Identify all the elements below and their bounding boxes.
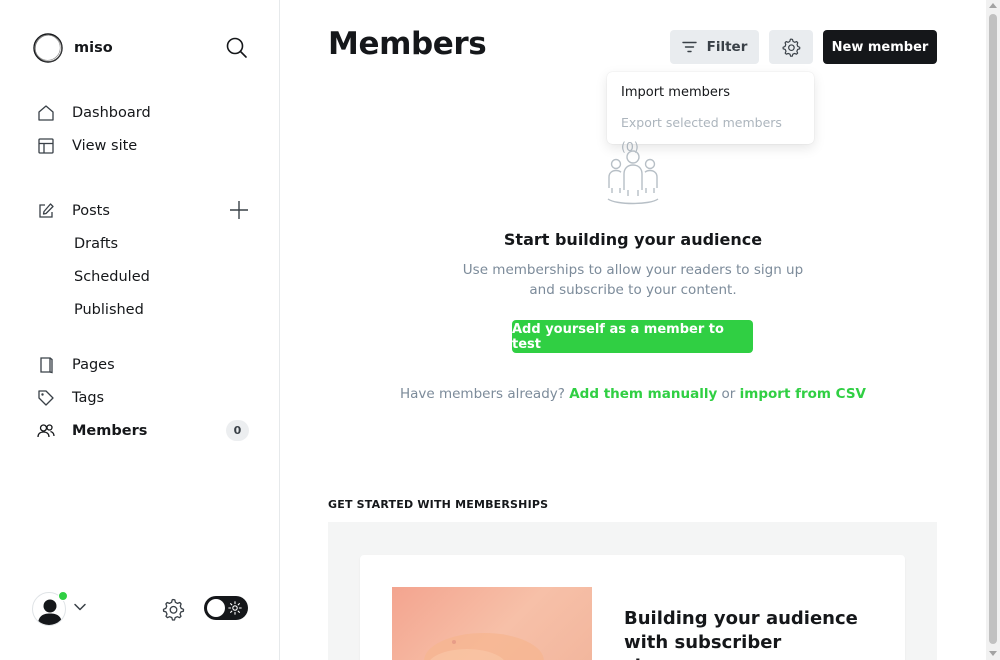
sidebar-item-tags[interactable]: Tags	[36, 384, 256, 412]
add-post-icon[interactable]	[228, 199, 250, 221]
filter-icon	[681, 41, 697, 53]
brand[interactable]: miso	[32, 32, 113, 64]
get-started-card[interactable]: Building your audience with subscriber s…	[360, 555, 905, 660]
members-actions-button[interactable]	[769, 30, 813, 64]
add-self-member-button[interactable]: Add yourself as a member to test	[512, 320, 753, 353]
sidebar-item-label: Scheduled	[74, 269, 150, 285]
main-content: Members Filter New member Import members…	[280, 0, 986, 660]
sidebar-item-pages[interactable]: Pages	[36, 351, 256, 379]
layout-icon	[36, 136, 56, 156]
new-member-button[interactable]: New member	[823, 30, 937, 64]
sidebar-item-drafts[interactable]: Drafts	[36, 230, 256, 258]
settings-gear-icon[interactable]	[161, 597, 185, 621]
sidebar-item-label: View site	[72, 138, 138, 154]
scroll-down-arrow-icon[interactable]	[989, 651, 997, 656]
tag-icon	[36, 388, 56, 408]
sidebar-item-dashboard[interactable]: Dashboard	[36, 99, 256, 127]
sidebar-item-published[interactable]: Published	[36, 296, 256, 324]
filter-button-label: Filter	[706, 39, 748, 55]
members-icon	[36, 421, 56, 441]
gear-icon	[782, 38, 801, 57]
sidebar-item-label: Dashboard	[72, 105, 151, 121]
card-illustration	[424, 633, 544, 660]
sidebar-item-label: Tags	[72, 390, 105, 406]
sidebar-item-label: Drafts	[74, 236, 119, 252]
get-started-heading: GET STARTED WITH MEMBERSHIPS	[328, 498, 549, 511]
online-status-dot	[58, 591, 68, 601]
empty-state-title: Start building your audience	[503, 230, 763, 249]
sidebar-item-label: Posts	[72, 203, 110, 219]
sun-icon	[228, 601, 242, 615]
members-count-badge: 0	[226, 420, 249, 441]
page-icon	[36, 355, 56, 375]
card-title: Building your audience with subscriber s…	[624, 608, 858, 660]
brand-name: miso	[74, 40, 113, 56]
page-scrollbar[interactable]	[986, 0, 1000, 660]
sidebar-item-label: Published	[74, 302, 144, 318]
brand-logo-icon	[33, 33, 63, 63]
edit-icon	[36, 201, 56, 221]
sidebar-item-posts[interactable]: Posts	[36, 197, 256, 225]
add-manually-link[interactable]: Add them manually	[569, 386, 717, 402]
card-image	[392, 587, 592, 660]
empty-state-helper: Have members already? Add them manually …	[280, 386, 986, 402]
page-title: Members	[328, 26, 487, 62]
filter-button[interactable]: Filter	[670, 30, 759, 64]
members-empty-icon	[607, 150, 659, 205]
sidebar-item-scheduled[interactable]: Scheduled	[36, 263, 256, 291]
export-members-menu-item: Export selected members (0)	[621, 115, 782, 154]
search-icon[interactable]	[224, 35, 250, 61]
scroll-thumb[interactable]	[989, 14, 997, 644]
helper-prefix: Have members already?	[399, 386, 565, 402]
dark-mode-toggle[interactable]	[204, 596, 248, 620]
toggle-knob	[207, 599, 225, 617]
sidebar-item-label: Members	[72, 423, 148, 439]
helper-or: or	[721, 386, 736, 402]
sidebar: miso Dashboard View site Posts Drafts Sc…	[0, 0, 280, 660]
chevron-down-icon[interactable]	[73, 600, 87, 614]
empty-state-description: Use memberships to allow your readers to…	[462, 262, 804, 298]
import-members-menu-item[interactable]: Import members	[621, 81, 800, 111]
sidebar-item-label: Pages	[72, 357, 115, 373]
home-icon	[36, 103, 56, 123]
sidebar-item-members[interactable]: Members	[36, 417, 256, 445]
import-csv-link[interactable]: import from CSV	[740, 386, 866, 402]
members-actions-menu: Import members Export selected members (…	[607, 72, 814, 154]
sidebar-item-view-site[interactable]: View site	[36, 132, 256, 160]
scroll-up-arrow-icon[interactable]	[989, 3, 997, 8]
